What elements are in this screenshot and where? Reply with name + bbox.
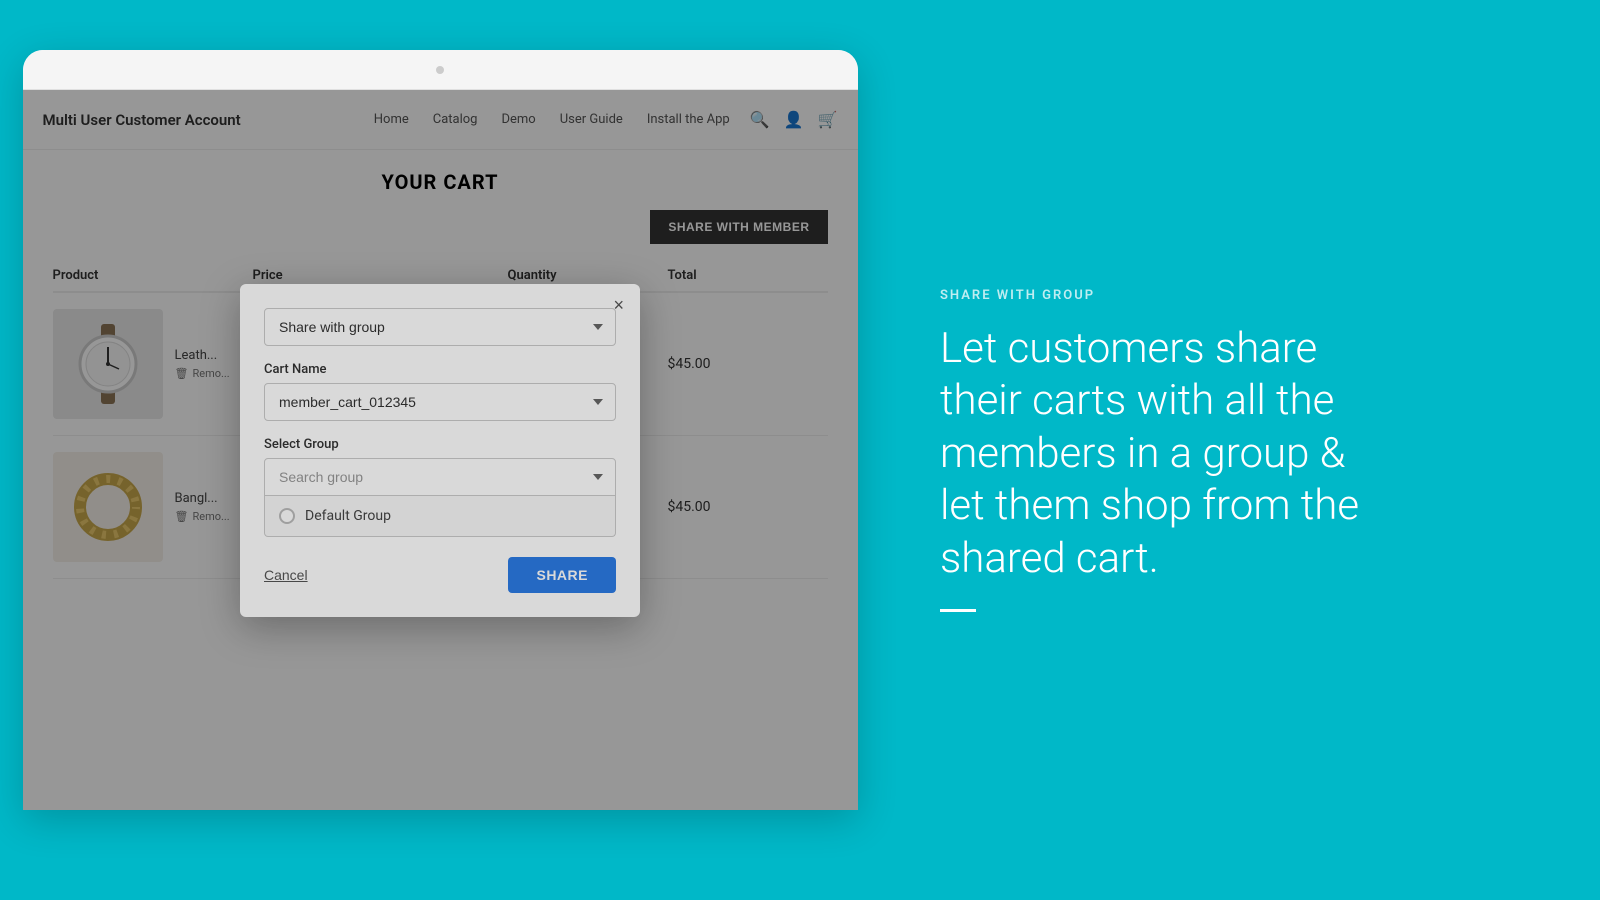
action-select-row: Share with group (264, 308, 616, 346)
browser-chrome (23, 50, 858, 90)
share-modal: × Share with group Cart Name member_cart… (240, 284, 640, 617)
cart-name-row: Cart Name member_cart_012345 (264, 362, 616, 421)
feature-underline (940, 609, 976, 612)
right-panel: SHARE WITH GROUP Let customers share the… (880, 0, 1600, 900)
feature-heading: Let customers share their carts with all… (940, 323, 1540, 586)
group-option-default[interactable]: Default Group (265, 496, 615, 536)
group-option-label: Default Group (305, 508, 391, 524)
cancel-button[interactable]: Cancel (264, 567, 308, 583)
browser-frame: Multi User Customer Account Home Catalog… (23, 50, 858, 810)
action-dropdown[interactable]: Share with group (264, 308, 616, 346)
browser-dot (436, 66, 444, 74)
modal-close-button[interactable]: × (613, 296, 624, 314)
group-dropdown: Default Group (264, 496, 616, 537)
share-button[interactable]: SHARE (508, 557, 616, 593)
search-group-input[interactable]: Search group (264, 458, 616, 496)
cart-name-label: Cart Name (264, 362, 616, 377)
search-group-container: Search group Default Group (264, 458, 616, 537)
modal-backdrop: × Share with group Cart Name member_cart… (23, 90, 858, 810)
left-panel: Multi User Customer Account Home Catalog… (0, 0, 880, 900)
select-group-row: Select Group Search group Default Group (264, 437, 616, 537)
feature-eyebrow: SHARE WITH GROUP (940, 288, 1540, 303)
group-radio-default[interactable] (279, 508, 295, 524)
modal-actions: Cancel SHARE (264, 557, 616, 593)
cart-name-dropdown[interactable]: member_cart_012345 (264, 383, 616, 421)
store-page: Multi User Customer Account Home Catalog… (23, 90, 858, 810)
select-group-label: Select Group (264, 437, 616, 452)
